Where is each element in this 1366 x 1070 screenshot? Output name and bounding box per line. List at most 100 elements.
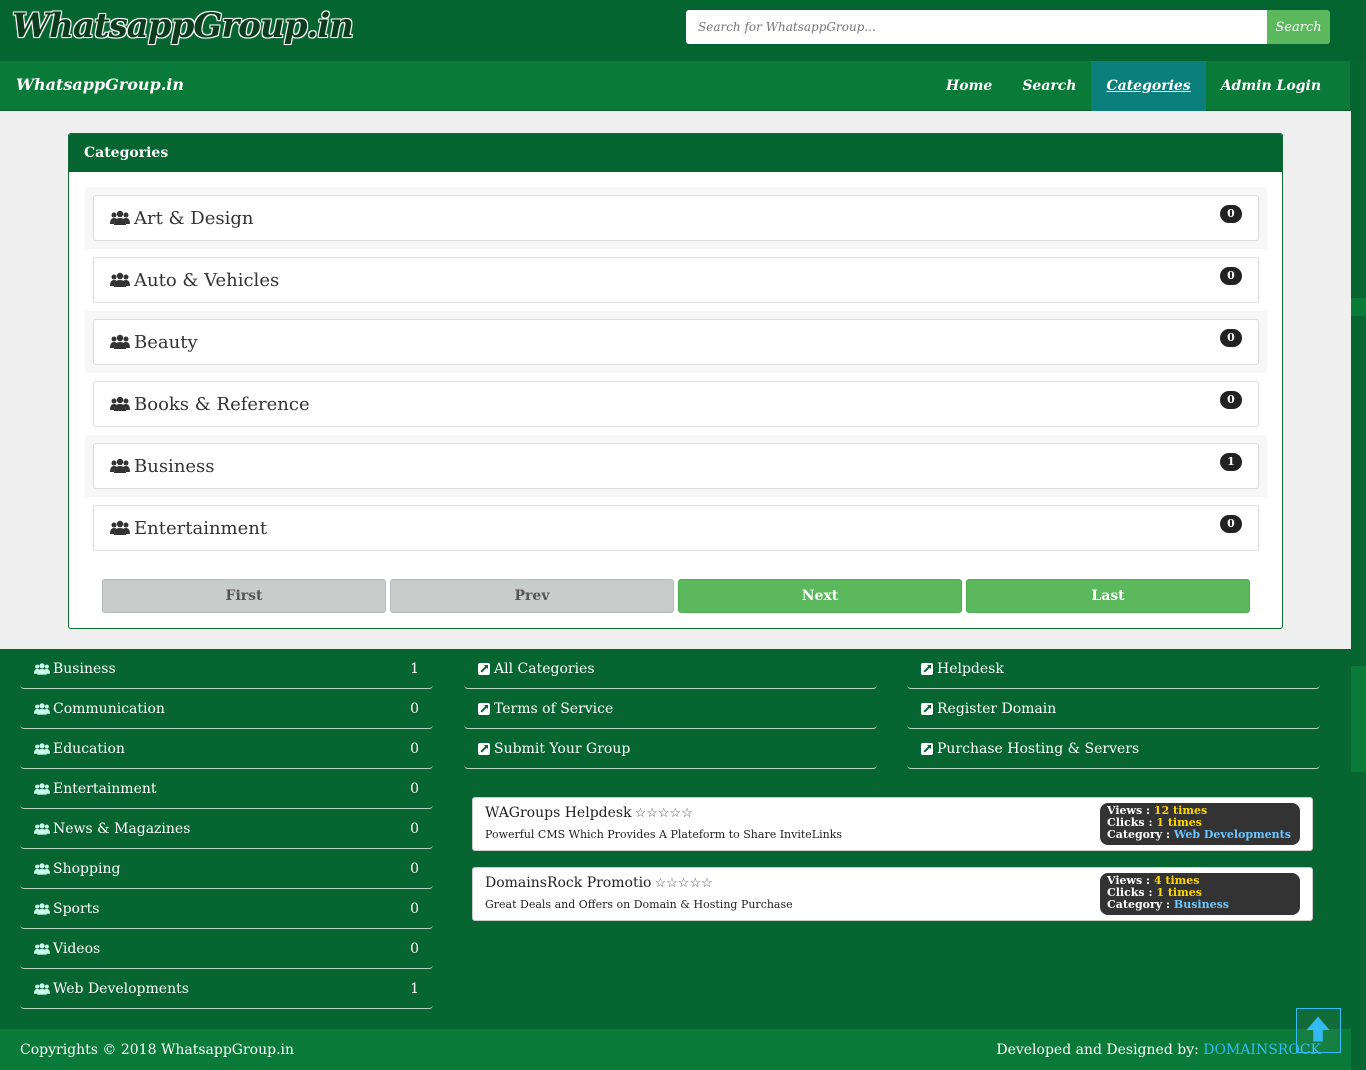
star-rating-icon[interactable]: ☆☆☆☆☆ — [654, 876, 712, 891]
footer-category-name: News & Magazines — [53, 820, 191, 837]
footer-category-web-developments[interactable]: Web Developments 1 — [20, 969, 433, 1009]
footer-category-name: Sports — [53, 900, 100, 917]
arrow-up-icon — [1306, 1016, 1330, 1042]
footer-category-shopping[interactable]: Shopping 0 — [20, 849, 433, 889]
promo-title: WAGroups Helpdesk ☆☆☆☆☆ — [485, 805, 693, 821]
first-page-button[interactable]: First — [102, 579, 386, 613]
footer-category-name: Communication — [53, 700, 165, 717]
category-item-auto-vehicles[interactable]: Auto & Vehicles 0 — [93, 257, 1259, 303]
link-purchase-hosting[interactable]: Purchase Hosting & Servers — [907, 729, 1320, 769]
footer-category-name: Business — [53, 660, 116, 677]
category-row: Business 1 — [85, 435, 1267, 497]
footer-category-business[interactable]: Business 1 — [20, 649, 433, 689]
footer-category-sports[interactable]: Sports 0 — [20, 889, 433, 929]
users-icon — [110, 210, 130, 225]
link-submit-your-group[interactable]: Submit Your Group — [464, 729, 877, 769]
footer-category-count: 0 — [410, 700, 419, 717]
promo-category-link[interactable]: Web Developments — [1174, 828, 1291, 841]
star-rating-icon[interactable]: ☆☆☆☆☆ — [635, 806, 693, 821]
users-icon — [110, 396, 130, 411]
scroll-to-top-button[interactable] — [1296, 1008, 1341, 1053]
link-label: Terms of Service — [494, 700, 614, 717]
footer-category-name: Shopping — [53, 860, 121, 877]
link-all-categories[interactable]: All Categories — [464, 649, 877, 689]
external-link-icon — [478, 742, 490, 755]
footer-category-entertainment[interactable]: Entertainment 0 — [20, 769, 433, 809]
nav-admin-login[interactable]: Admin Login — [1206, 61, 1336, 111]
users-icon — [34, 942, 50, 955]
external-link-icon — [921, 702, 933, 715]
category-list: Art & Design 0 Auto & Vehicles 0 Beauty … — [85, 187, 1267, 559]
count-badge: 0 — [1220, 515, 1242, 533]
footer-category-communication[interactable]: Communication 0 — [20, 689, 433, 729]
footer-category-count: 1 — [410, 980, 419, 997]
category-item-beauty[interactable]: Beauty 0 — [93, 319, 1259, 365]
nav-categories[interactable]: Categories — [1091, 61, 1206, 111]
external-link-icon — [478, 702, 490, 715]
category-item-business[interactable]: Business 1 — [93, 443, 1259, 489]
search-button[interactable]: Search — [1267, 10, 1330, 44]
categories-panel: Categories Art & Design 0 Auto & Vehicle… — [68, 133, 1283, 629]
footer-category-count: 0 — [410, 900, 419, 917]
top-header: WhatsappGroup.in Search — [0, 0, 1366, 61]
promo-description: Great Deals and Offers on Domain & Hosti… — [485, 898, 793, 911]
category-row: Books & Reference 0 — [85, 373, 1267, 435]
link-terms-of-service[interactable]: Terms of Service — [464, 689, 877, 729]
main-navbar: WhatsappGroup.in Home Search Categories … — [0, 61, 1350, 111]
navbar-brand[interactable]: WhatsappGroup.in — [16, 75, 184, 94]
users-icon — [34, 662, 50, 675]
users-icon — [34, 822, 50, 835]
nav-menu: Home Search Categories Admin Login — [931, 61, 1336, 111]
footer-category-count: 0 — [410, 740, 419, 757]
prev-page-button[interactable]: Prev — [390, 579, 674, 613]
link-register-domain[interactable]: Register Domain — [907, 689, 1320, 729]
link-label: Submit Your Group — [494, 740, 631, 757]
pagination: First Prev Next Last — [102, 579, 1250, 613]
footer-category-name: Education — [53, 740, 125, 757]
promo-stats: Views : 4 times Clicks : 1 times Categor… — [1100, 873, 1300, 915]
count-badge: 0 — [1220, 205, 1242, 223]
count-badge: 0 — [1220, 391, 1242, 409]
footer-category-videos[interactable]: Videos 0 — [20, 929, 433, 969]
promo-category-link[interactable]: Business — [1174, 898, 1229, 911]
category-item-books-reference[interactable]: Books & Reference 0 — [93, 381, 1259, 427]
promo-card[interactable]: WAGroups Helpdesk ☆☆☆☆☆ Powerful CMS Whic… — [472, 797, 1313, 851]
link-helpdesk[interactable]: Helpdesk — [907, 649, 1320, 689]
link-label: All Categories — [494, 660, 595, 677]
panel-title: Categories — [69, 134, 1282, 172]
footer-category-count: 0 — [410, 860, 419, 877]
category-item-entertainment[interactable]: Entertainment 0 — [93, 505, 1259, 551]
users-icon — [110, 458, 130, 473]
footer-category-count: 0 — [410, 780, 419, 797]
external-link-icon — [478, 662, 490, 675]
users-icon — [110, 334, 130, 349]
link-label: Purchase Hosting & Servers — [937, 740, 1140, 757]
promo-description: Powerful CMS Which Provides A Plateform … — [485, 828, 843, 841]
footer-category-name: Web Developments — [53, 980, 189, 997]
search-form: Search — [686, 10, 1330, 44]
last-page-button[interactable]: Last — [966, 579, 1250, 613]
category-name: Business — [134, 455, 215, 477]
next-page-button[interactable]: Next — [678, 579, 962, 613]
footer-category-name: Videos — [53, 940, 101, 957]
developer-credit: Developed and Designed by: DOMAINSROCK — [996, 1042, 1321, 1058]
footer-category-news-magazines[interactable]: News & Magazines 0 — [20, 809, 433, 849]
nav-home[interactable]: Home — [931, 61, 1007, 111]
search-input[interactable] — [686, 10, 1267, 44]
category-name: Auto & Vehicles — [134, 269, 280, 291]
footer-category-education[interactable]: Education 0 — [20, 729, 433, 769]
page-edge-strip — [1351, 666, 1366, 772]
footer-links-middle: All Categories Terms of Service Submit Y… — [464, 649, 877, 769]
external-link-icon — [921, 662, 933, 675]
users-icon — [34, 902, 50, 915]
users-icon — [34, 862, 50, 875]
link-label: Register Domain — [937, 700, 1057, 717]
category-name: Books & Reference — [134, 393, 310, 415]
count-badge: 1 — [1220, 453, 1242, 471]
category-item-art-design[interactable]: Art & Design 0 — [93, 195, 1259, 241]
footer-links-right: Helpdesk Register Domain Purchase Hostin… — [907, 649, 1320, 769]
promo-card[interactable]: DomainsRock Promotio ☆☆☆☆☆ Great Deals an… — [472, 867, 1313, 921]
users-icon — [34, 742, 50, 755]
nav-search[interactable]: Search — [1007, 61, 1091, 111]
site-logo[interactable]: WhatsappGroup.in — [12, 6, 354, 46]
